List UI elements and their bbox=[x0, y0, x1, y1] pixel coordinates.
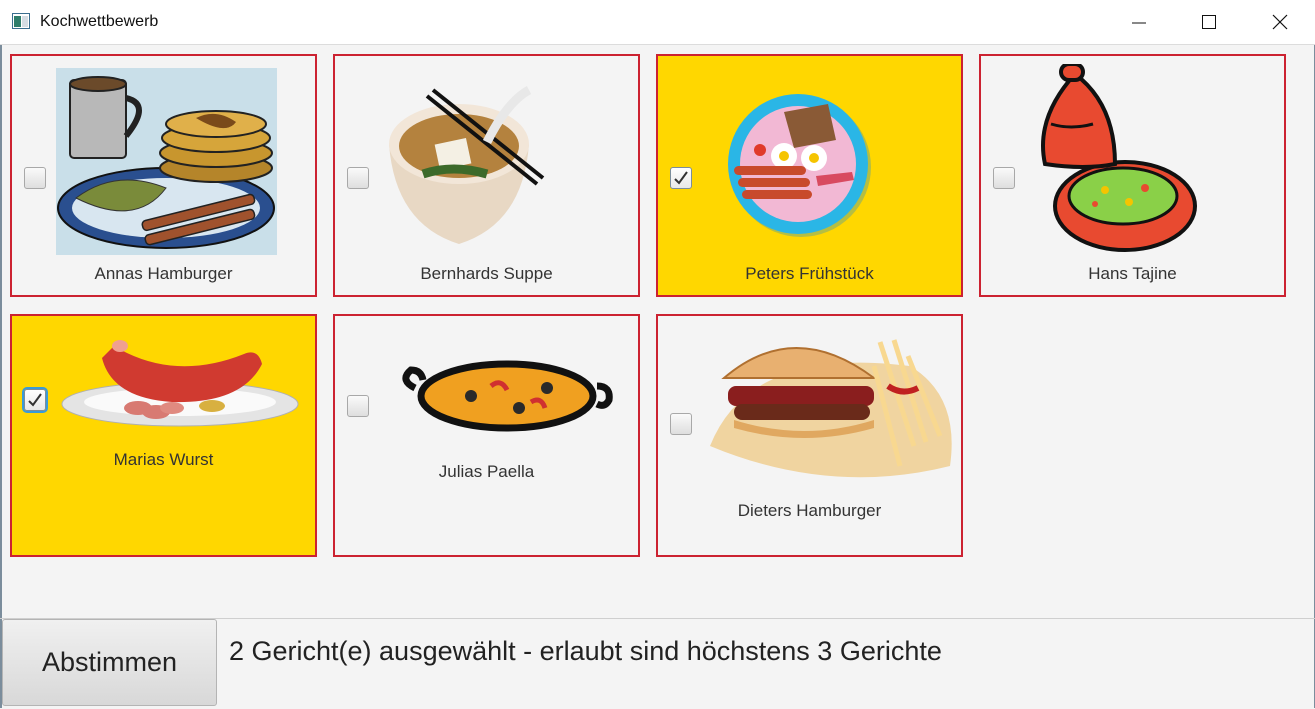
dish-caption: Marias Wurst bbox=[113, 450, 214, 469]
dish-checkbox[interactable] bbox=[24, 167, 46, 189]
dish-checkbox[interactable] bbox=[24, 389, 46, 411]
dish-checkbox[interactable] bbox=[670, 167, 692, 189]
dish-caption: Peters Frühstück bbox=[745, 264, 874, 283]
maximize-button[interactable] bbox=[1186, 0, 1232, 45]
dish-checkbox[interactable] bbox=[347, 395, 369, 417]
minimize-icon bbox=[1132, 22, 1146, 24]
title-bar: Kochwettbewerb bbox=[0, 0, 1315, 45]
dish-card-julias-paella[interactable]: Julias Paella bbox=[333, 314, 640, 557]
close-icon bbox=[1272, 14, 1288, 30]
dish-card-marias-wurst[interactable]: Marias Wurst bbox=[10, 314, 317, 557]
dish-card-peters-fruehstueck[interactable]: Peters Frühstück bbox=[656, 54, 963, 297]
sausage-plate-icon bbox=[61, 340, 299, 427]
dish-caption: Dieters Hamburger bbox=[737, 501, 882, 520]
burger-fries-icon bbox=[710, 339, 952, 478]
tajine-icon bbox=[1041, 64, 1197, 252]
dish-card-hans-tajine[interactable]: Hans Tajine bbox=[979, 54, 1286, 297]
pancake-breakfast-icon bbox=[56, 68, 277, 255]
dish-card-dieters-hamburger[interactable]: Dieters Hamburger bbox=[656, 314, 963, 557]
close-button[interactable] bbox=[1257, 0, 1303, 45]
selection-status: 2 Gericht(e) ausgewählt - erlaubt sind h… bbox=[229, 636, 942, 666]
checkmark-icon bbox=[28, 393, 42, 407]
dish-card-annas-hamburger[interactable]: Annas Hamburger bbox=[10, 54, 317, 297]
window-frame-left bbox=[0, 45, 2, 708]
dish-caption: Annas Hamburger bbox=[94, 264, 233, 283]
dish-caption: Julias Paella bbox=[438, 462, 535, 481]
dish-caption: Bernhards Suppe bbox=[420, 264, 553, 283]
vote-button[interactable]: Abstimmen bbox=[2, 619, 217, 706]
soup-bowl-icon bbox=[389, 86, 545, 244]
breakfast-plate-icon bbox=[728, 94, 871, 237]
dish-card-bernhards-suppe[interactable]: Bernhards Suppe bbox=[333, 54, 640, 297]
window-title: Kochwettbewerb bbox=[40, 13, 159, 30]
dish-checkbox[interactable] bbox=[993, 167, 1015, 189]
checkmark-icon bbox=[674, 171, 688, 185]
dish-caption: Hans Tajine bbox=[1088, 264, 1177, 283]
dish-checkbox[interactable] bbox=[670, 413, 692, 435]
dish-checkbox[interactable] bbox=[347, 167, 369, 189]
app-window-icon bbox=[12, 13, 30, 29]
minimize-button[interactable] bbox=[1116, 0, 1162, 45]
paella-pan-icon bbox=[402, 360, 613, 432]
maximize-icon bbox=[1202, 15, 1216, 29]
